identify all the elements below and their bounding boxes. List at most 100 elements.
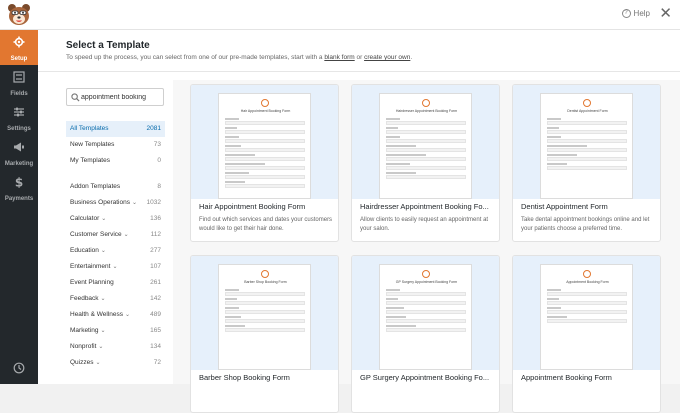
template-description: Find out which services and dates your c… [199, 217, 333, 232]
category-label: Addon Templates [70, 183, 121, 190]
category-item[interactable]: Quizzes ⌄ 72 [66, 355, 165, 371]
form-preview-label [547, 154, 577, 156]
builder-sidebar: Setup Fields Settings Marketing $ Paymen… [0, 30, 38, 384]
form-preview-field [386, 292, 466, 296]
sidebar-item-settings[interactable]: Settings [0, 100, 38, 135]
blank-form-link[interactable]: blank form [324, 54, 354, 61]
form-preview-label [547, 136, 561, 138]
chevron-down-icon[interactable]: ⌄ [132, 195, 137, 211]
category-label: New Templates [70, 141, 115, 148]
form-preview-label [386, 154, 426, 156]
form-preview-title: Appointment Booking Form [566, 280, 609, 284]
category-item[interactable]: Event Planning 261 [66, 275, 165, 291]
form-preview-field [225, 175, 305, 179]
category-count: 8 [157, 183, 161, 190]
template-card[interactable]: Hair Appointment Booking Form Hair Appoin… [190, 84, 339, 242]
category-item[interactable]: Health & Wellness ⌄ 489 [66, 307, 165, 323]
sidebar-item-label: Setup [10, 56, 28, 62]
form-logo-icon [261, 99, 269, 107]
form-preview-field [386, 166, 466, 170]
template-name: Barber Shop Booking Form [199, 373, 290, 382]
form-preview-label [386, 127, 398, 129]
category-item[interactable]: Marketing ⌄ 165 [66, 323, 165, 339]
search-icon [71, 93, 80, 102]
close-icon[interactable]: ✕ [659, 5, 672, 23]
category-count: 261 [150, 279, 161, 286]
template-panel: Select a Template To speed up the proces… [38, 30, 680, 413]
sidebar-item-label: Marketing [4, 161, 34, 167]
form-preview-label [547, 127, 559, 129]
form-preview-label [386, 307, 404, 309]
category-item[interactable]: My Templates 0 [66, 153, 165, 169]
category-item[interactable]: Entertainment ⌄ 107 [66, 259, 165, 275]
dollar-icon: $ [15, 176, 23, 188]
category-item[interactable]: Addon Templates 8 [66, 179, 165, 195]
search-input[interactable] [81, 92, 163, 103]
chevron-down-icon[interactable]: ⌄ [112, 259, 117, 275]
form-preview-title: Dentist Appointment Form [567, 109, 608, 113]
subtitle-text: or [354, 54, 365, 61]
sidebar-item-setup[interactable]: Setup [0, 30, 38, 65]
form-preview-field [386, 310, 466, 314]
form-preview-title: Hairdresser Appointment Booking Form [395, 109, 458, 113]
form-preview-label [386, 172, 416, 174]
category-item[interactable]: Education ⌄ 277 [66, 243, 165, 259]
category-item[interactable]: Business Operations ⌄ 1032 [66, 195, 165, 211]
chevron-down-icon[interactable]: ⌄ [124, 227, 129, 243]
form-preview-page: Dentist Appointment Form [540, 93, 633, 199]
category-item[interactable]: Customer Service ⌄ 112 [66, 227, 165, 243]
create-your-own-link[interactable]: create your own [364, 54, 410, 61]
form-preview-field [547, 301, 627, 305]
form-preview-label [547, 298, 559, 300]
category-count: 1032 [146, 199, 161, 206]
form-preview-field [547, 166, 627, 170]
form-preview-label [225, 154, 255, 156]
form-logo-icon [422, 270, 430, 278]
form-preview-title: Barber Shop Booking Form [244, 280, 287, 284]
form-preview-field [386, 148, 466, 152]
category-label: All Templates [70, 125, 109, 132]
help-label: Help [633, 9, 650, 18]
template-preview: Hairdresser Appointment Booking Form [352, 85, 499, 199]
form-preview-field [225, 139, 305, 143]
template-search[interactable] [66, 88, 164, 106]
chevron-down-icon[interactable]: ⌄ [101, 323, 106, 339]
sidebar-item-payments[interactable]: $ Payments [0, 170, 38, 205]
history-icon[interactable] [13, 362, 25, 374]
category-item[interactable]: Calculator ⌄ 136 [66, 211, 165, 227]
form-preview-title: GP Surgery Appointment Booking Form [395, 280, 458, 284]
form-logo-icon [422, 99, 430, 107]
chevron-down-icon[interactable]: ⌄ [95, 355, 100, 371]
category-label: Event Planning [70, 279, 114, 286]
form-preview-page: Barber Shop Booking Form [218, 264, 311, 370]
form-preview-field [386, 157, 466, 161]
chevron-down-icon[interactable]: ⌄ [101, 243, 106, 259]
page-subtitle: To speed up the process, you can select … [66, 54, 412, 61]
form-preview-label [547, 289, 561, 291]
category-label: Customer Service [70, 231, 122, 238]
form-preview-label [225, 127, 237, 129]
category-item[interactable]: New Templates 73 [66, 137, 165, 153]
chevron-down-icon[interactable]: ⌄ [125, 307, 130, 323]
chevron-down-icon[interactable]: ⌄ [101, 211, 106, 227]
subtitle-text: . [410, 54, 413, 61]
chevron-down-icon[interactable]: ⌄ [101, 291, 106, 307]
category-item[interactable]: All Templates 2081 [66, 121, 165, 137]
template-card[interactable]: Appointment Booking Form Appointment Book… [512, 255, 661, 413]
form-preview-label [225, 172, 249, 174]
template-card[interactable]: GP Surgery Appointment Booking Form GP Su… [351, 255, 500, 413]
template-card[interactable]: Dentist Appointment Form Dentist Appointm… [512, 84, 661, 242]
sidebar-item-marketing[interactable]: Marketing [0, 135, 38, 170]
category-item[interactable]: Feedback ⌄ 142 [66, 291, 165, 307]
category-item[interactable]: Nonprofit ⌄ 134 [66, 339, 165, 355]
chevron-down-icon[interactable]: ⌄ [98, 339, 103, 355]
form-preview-field [225, 319, 305, 323]
template-card[interactable]: Hairdresser Appointment Booking Form Hair… [351, 84, 500, 242]
template-card[interactable]: Barber Shop Booking Form Barber Shop Book… [190, 255, 339, 413]
form-preview-field [386, 130, 466, 134]
category-label: Quizzes [70, 359, 94, 366]
svg-text:$: $ [15, 176, 23, 188]
sidebar-item-fields[interactable]: Fields [0, 65, 38, 100]
category-count: 107 [150, 263, 161, 270]
help-button[interactable]: ? Help [621, 9, 650, 18]
